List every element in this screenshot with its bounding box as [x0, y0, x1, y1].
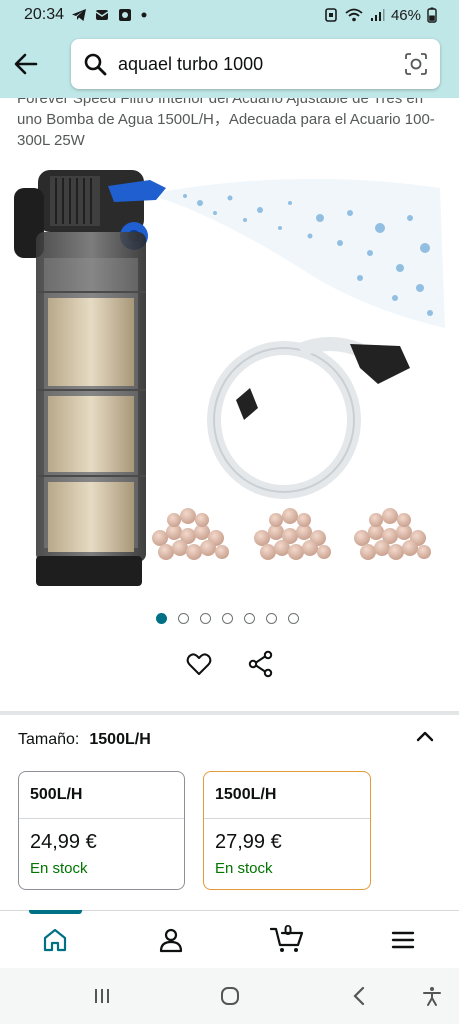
- status-time: 20:34: [24, 6, 65, 23]
- search-query: aquael turbo 1000: [118, 53, 264, 74]
- alarm-icon: [323, 7, 339, 23]
- telegram-icon: [71, 7, 87, 23]
- product-image[interactable]: [0, 158, 459, 598]
- nav-account[interactable]: [156, 925, 186, 955]
- chevron-up-icon: [416, 731, 434, 742]
- search-input[interactable]: aquael turbo 1000: [71, 39, 440, 89]
- product-actions: [0, 650, 459, 678]
- account-icon: [159, 928, 183, 953]
- carousel-dot[interactable]: [177, 613, 189, 624]
- product-title-container: Forever Speed Filtro Interior del Acuari…: [0, 98, 459, 154]
- size-option-name: 1500L/H: [204, 772, 370, 819]
- water-spray: [160, 178, 445, 328]
- home-system-button[interactable]: [218, 984, 242, 1008]
- active-tab-indicator: [29, 910, 82, 914]
- recent-apps-button[interactable]: [90, 984, 114, 1008]
- home-icon: [43, 928, 67, 952]
- back-arrow-icon: [14, 53, 38, 75]
- status-bar: 20:34 46%: [0, 0, 459, 30]
- size-selected-value: 1500L/H: [89, 731, 151, 748]
- size-option-stock: En stock: [215, 860, 273, 877]
- search-header: aquael turbo 1000: [0, 30, 459, 98]
- share-icon: [248, 650, 273, 678]
- carousel-dot[interactable]: [287, 613, 299, 624]
- carousel-dot[interactable]: [221, 613, 233, 624]
- size-option-stock: En stock: [30, 860, 88, 877]
- cart-count: 0: [283, 922, 293, 939]
- nav-menu[interactable]: [388, 925, 418, 955]
- battery-icon: [427, 7, 437, 23]
- recent-apps-icon: [95, 989, 109, 1003]
- carousel-dot[interactable]: [243, 613, 255, 624]
- bottom-nav: 0: [0, 910, 459, 968]
- menu-icon: [391, 931, 415, 949]
- share-button[interactable]: [247, 650, 275, 678]
- carousel-dot[interactable]: [199, 613, 211, 624]
- ceramic-media: [152, 508, 431, 560]
- more-dot-icon: [140, 11, 148, 19]
- size-label: Tamaño:: [18, 731, 80, 748]
- size-option-price: 24,99 €: [30, 831, 97, 853]
- size-option-price: 27,99 €: [215, 831, 282, 853]
- filter-body: [14, 170, 166, 586]
- system-nav-bar: [0, 968, 459, 1024]
- carousel-dot[interactable]: [155, 613, 167, 624]
- size-option-name: 500L/H: [19, 772, 184, 819]
- size-option-1500[interactable]: 1500L/H 27,99 € En stock: [203, 771, 371, 890]
- back-button[interactable]: [10, 48, 42, 80]
- accessibility-icon: [423, 987, 441, 1006]
- app-notification-icon: [117, 7, 133, 23]
- heart-icon: [186, 653, 212, 675]
- wishlist-button[interactable]: [185, 650, 213, 678]
- product-title: Forever Speed Filtro Interior del Acuari…: [17, 98, 435, 149]
- size-selector-header: Tamaño: 1500L/H: [18, 731, 151, 749]
- nav-home[interactable]: [40, 925, 70, 955]
- signal-icon: [369, 7, 385, 23]
- home-circle-icon: [221, 987, 239, 1005]
- section-divider: [0, 711, 459, 715]
- carousel-dot[interactable]: [265, 613, 277, 624]
- battery-percent: 46%: [390, 6, 421, 24]
- camera-lens-icon[interactable]: [404, 52, 428, 76]
- hose: [207, 337, 410, 499]
- collapse-button[interactable]: [414, 726, 436, 748]
- wifi-icon: [345, 7, 363, 23]
- search-icon: [82, 51, 108, 77]
- size-option-500[interactable]: 500L/H 24,99 € En stock: [18, 771, 185, 890]
- image-carousel-dots: [0, 613, 459, 624]
- notification-icon: [94, 7, 110, 23]
- accessibility-button[interactable]: [420, 984, 444, 1008]
- system-back-button[interactable]: [348, 984, 372, 1008]
- chevron-left-icon: [353, 986, 365, 1006]
- nav-cart[interactable]: 0: [270, 922, 304, 955]
